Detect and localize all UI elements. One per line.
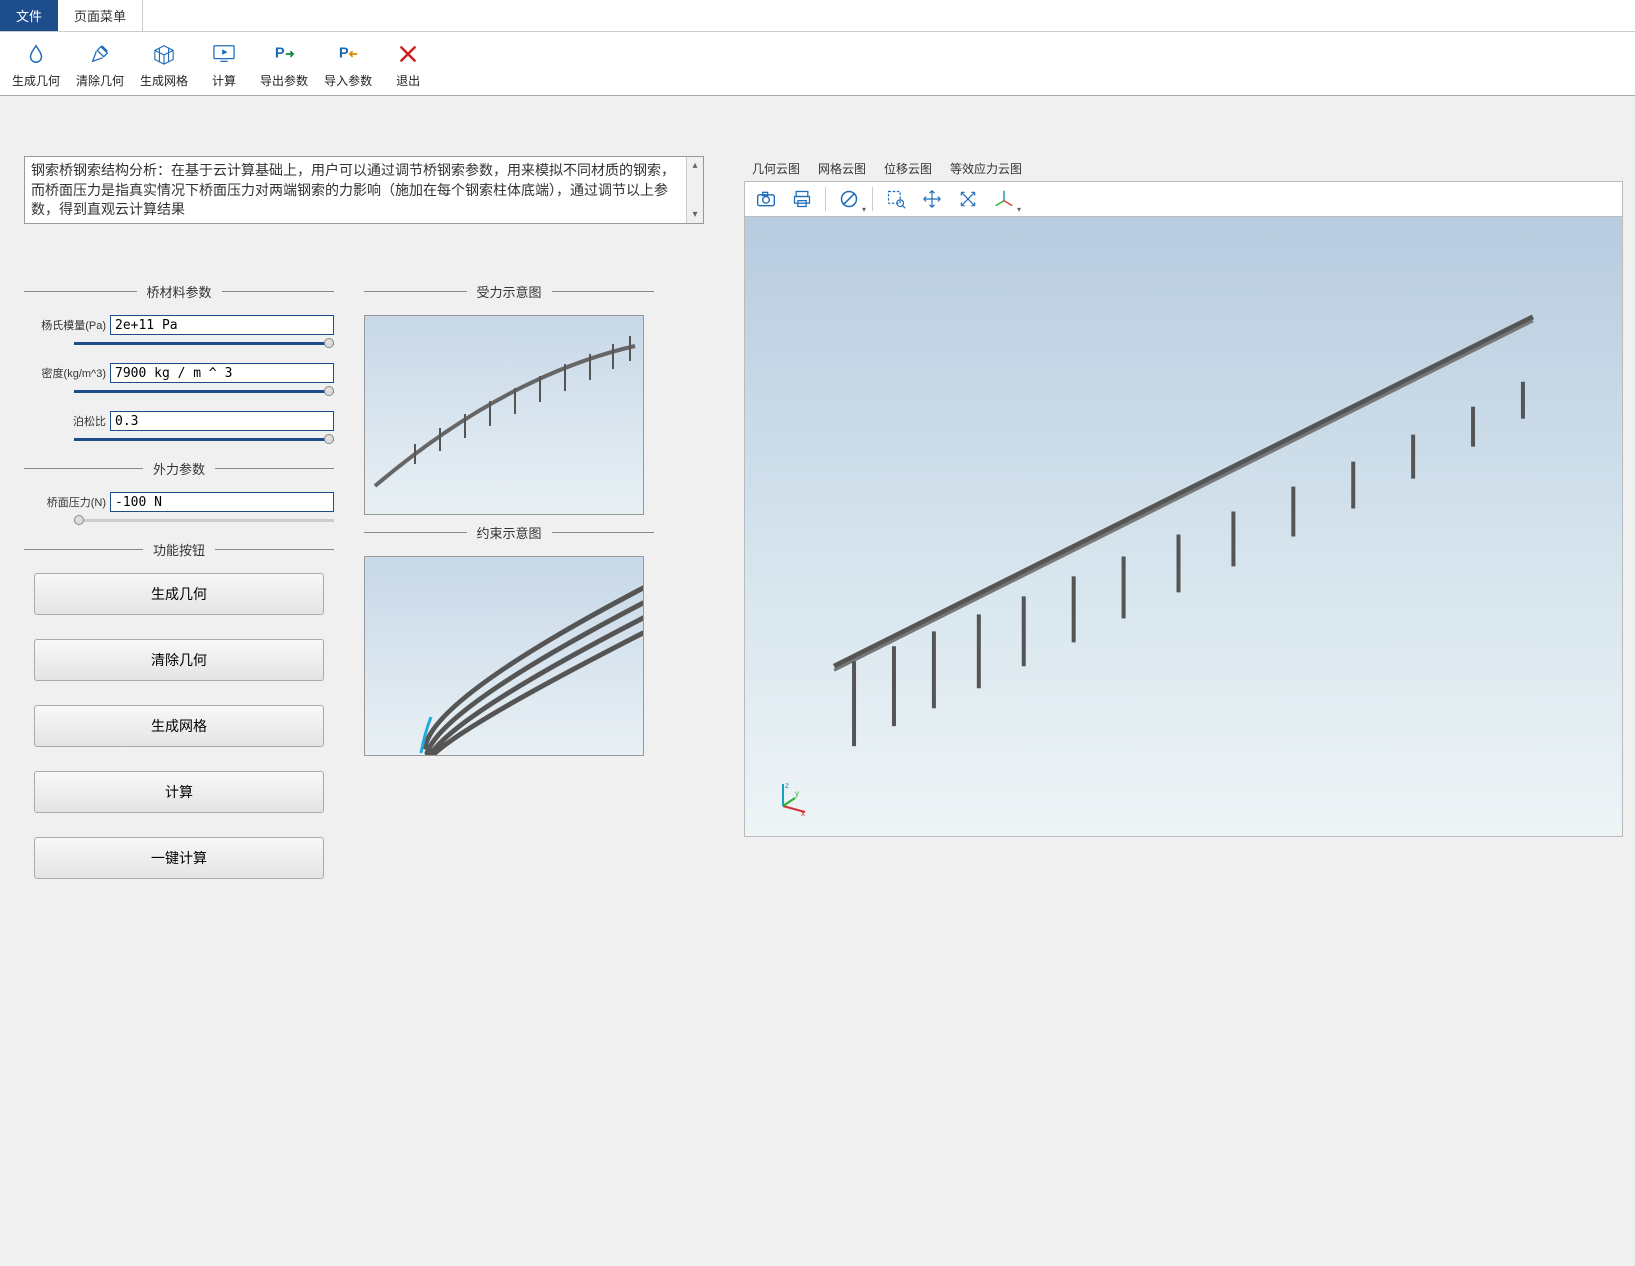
section-header-constraint-diagram: 约束示意图 [364, 523, 654, 542]
svg-text:P: P [275, 46, 285, 62]
view-tab-displacement[interactable]: 位移云图 [884, 160, 932, 177]
density-label: 密度(kg/m^3) [24, 365, 110, 381]
section-title: 约束示意图 [467, 523, 552, 542]
force-diagram-preview [364, 315, 644, 515]
scrollbar[interactable]: ▴ ▾ [686, 157, 703, 223]
ribbon-gen-mesh[interactable]: 生成网格 [136, 38, 192, 91]
poisson-slider[interactable] [74, 433, 334, 445]
axis-x-label: x [801, 809, 805, 816]
description-textarea[interactable]: 钢索桥钢索结构分析：在基于云计算基础上，用户可以通过调节桥钢索参数，用来模拟不同… [24, 156, 704, 224]
ribbon-compute[interactable]: 计算 [200, 38, 248, 91]
ribbon-label: 导入参数 [324, 72, 372, 89]
section-header-material: 桥材料参数 [24, 282, 334, 301]
view-tab-stress[interactable]: 等效应力云图 [950, 160, 1022, 177]
camera-icon[interactable] [753, 186, 779, 212]
rotate-icon[interactable] [955, 186, 981, 212]
youngs-modulus-label: 杨氏模量(Pa) [24, 317, 110, 333]
ribbon-import-params[interactable]: P 导入参数 [320, 38, 376, 91]
axis-toggle-icon[interactable]: ▾ [991, 186, 1017, 212]
density-slider[interactable] [74, 385, 334, 397]
ribbon-export-params[interactable]: P 导出参数 [256, 38, 312, 91]
section-header-actions: 功能按钮 [24, 540, 334, 559]
svg-text:P: P [339, 46, 349, 62]
section-title: 外力参数 [143, 459, 215, 478]
top-tab-bar: 文件 页面菜单 [0, 0, 1635, 32]
axis-gizmo-icon: z x y [773, 780, 801, 808]
gen-mesh-button[interactable]: 生成网格 [34, 705, 324, 747]
tab-file[interactable]: 文件 [0, 0, 58, 31]
import-p-icon: P [337, 40, 359, 68]
clear-geometry-button[interactable]: 清除几何 [34, 639, 324, 681]
constraint-diagram-preview [364, 556, 644, 756]
ribbon-label: 清除几何 [76, 72, 124, 89]
forbid-icon[interactable]: ▾ [836, 186, 862, 212]
scroll-down-icon[interactable]: ▾ [687, 206, 703, 223]
section-title: 功能按钮 [143, 540, 215, 559]
view-tabs: 几何云图 网格云图 位移云图 等效应力云图 [744, 156, 1623, 181]
surface-pressure-label: 桥面压力(N) [24, 494, 110, 510]
ribbon-clear-geometry[interactable]: 清除几何 [72, 38, 128, 91]
close-x-icon [398, 40, 418, 68]
view-tab-mesh[interactable]: 网格云图 [818, 160, 866, 177]
play-screen-icon [212, 40, 236, 68]
poisson-input[interactable] [110, 411, 334, 431]
surface-pressure-slider[interactable] [74, 514, 334, 526]
section-title: 受力示意图 [467, 282, 552, 301]
view-tab-geometry[interactable]: 几何云图 [752, 160, 800, 177]
ribbon-label: 生成网格 [140, 72, 188, 89]
gen-geometry-button[interactable]: 生成几何 [34, 573, 324, 615]
section-title: 桥材料参数 [137, 282, 222, 301]
surface-pressure-input[interactable] [110, 492, 334, 512]
compute-button[interactable]: 计算 [34, 771, 324, 813]
ribbon-label: 计算 [212, 72, 236, 89]
description-text: 钢索桥钢索结构分析：在基于云计算基础上，用户可以通过调节桥钢索参数，用来模拟不同… [31, 161, 697, 220]
axis-y-label: y [795, 789, 799, 798]
main-viewport[interactable]: z x y [744, 217, 1623, 837]
viewport-toolbar: ▾ ▾ [744, 181, 1623, 217]
youngs-modulus-slider[interactable] [74, 337, 334, 349]
axis-z-label: z [785, 781, 789, 790]
ribbon-gen-geometry[interactable]: 生成几何 [8, 38, 64, 91]
ribbon-toolbar: 生成几何 清除几何 生成网格 计算 P 导出参数 P 导入参数 退出 [0, 32, 1635, 96]
droplet-icon [25, 40, 47, 68]
tab-page-menu[interactable]: 页面菜单 [58, 0, 143, 31]
ribbon-exit[interactable]: 退出 [384, 38, 432, 91]
scroll-up-icon[interactable]: ▴ [687, 157, 703, 174]
zoom-select-icon[interactable] [883, 186, 909, 212]
poisson-label: 泊松比 [24, 413, 110, 429]
ribbon-label: 生成几何 [12, 72, 60, 89]
density-input[interactable] [110, 363, 334, 383]
export-p-icon: P [273, 40, 295, 68]
section-header-force-diagram: 受力示意图 [364, 282, 654, 301]
pan-icon[interactable] [919, 186, 945, 212]
cube-mesh-icon [152, 40, 176, 68]
one-click-compute-button[interactable]: 一键计算 [34, 837, 324, 879]
ribbon-label: 退出 [396, 72, 420, 89]
youngs-modulus-input[interactable] [110, 315, 334, 335]
print-icon[interactable] [789, 186, 815, 212]
broom-icon [89, 40, 111, 68]
section-header-external-force: 外力参数 [24, 459, 334, 478]
ribbon-label: 导出参数 [260, 72, 308, 89]
